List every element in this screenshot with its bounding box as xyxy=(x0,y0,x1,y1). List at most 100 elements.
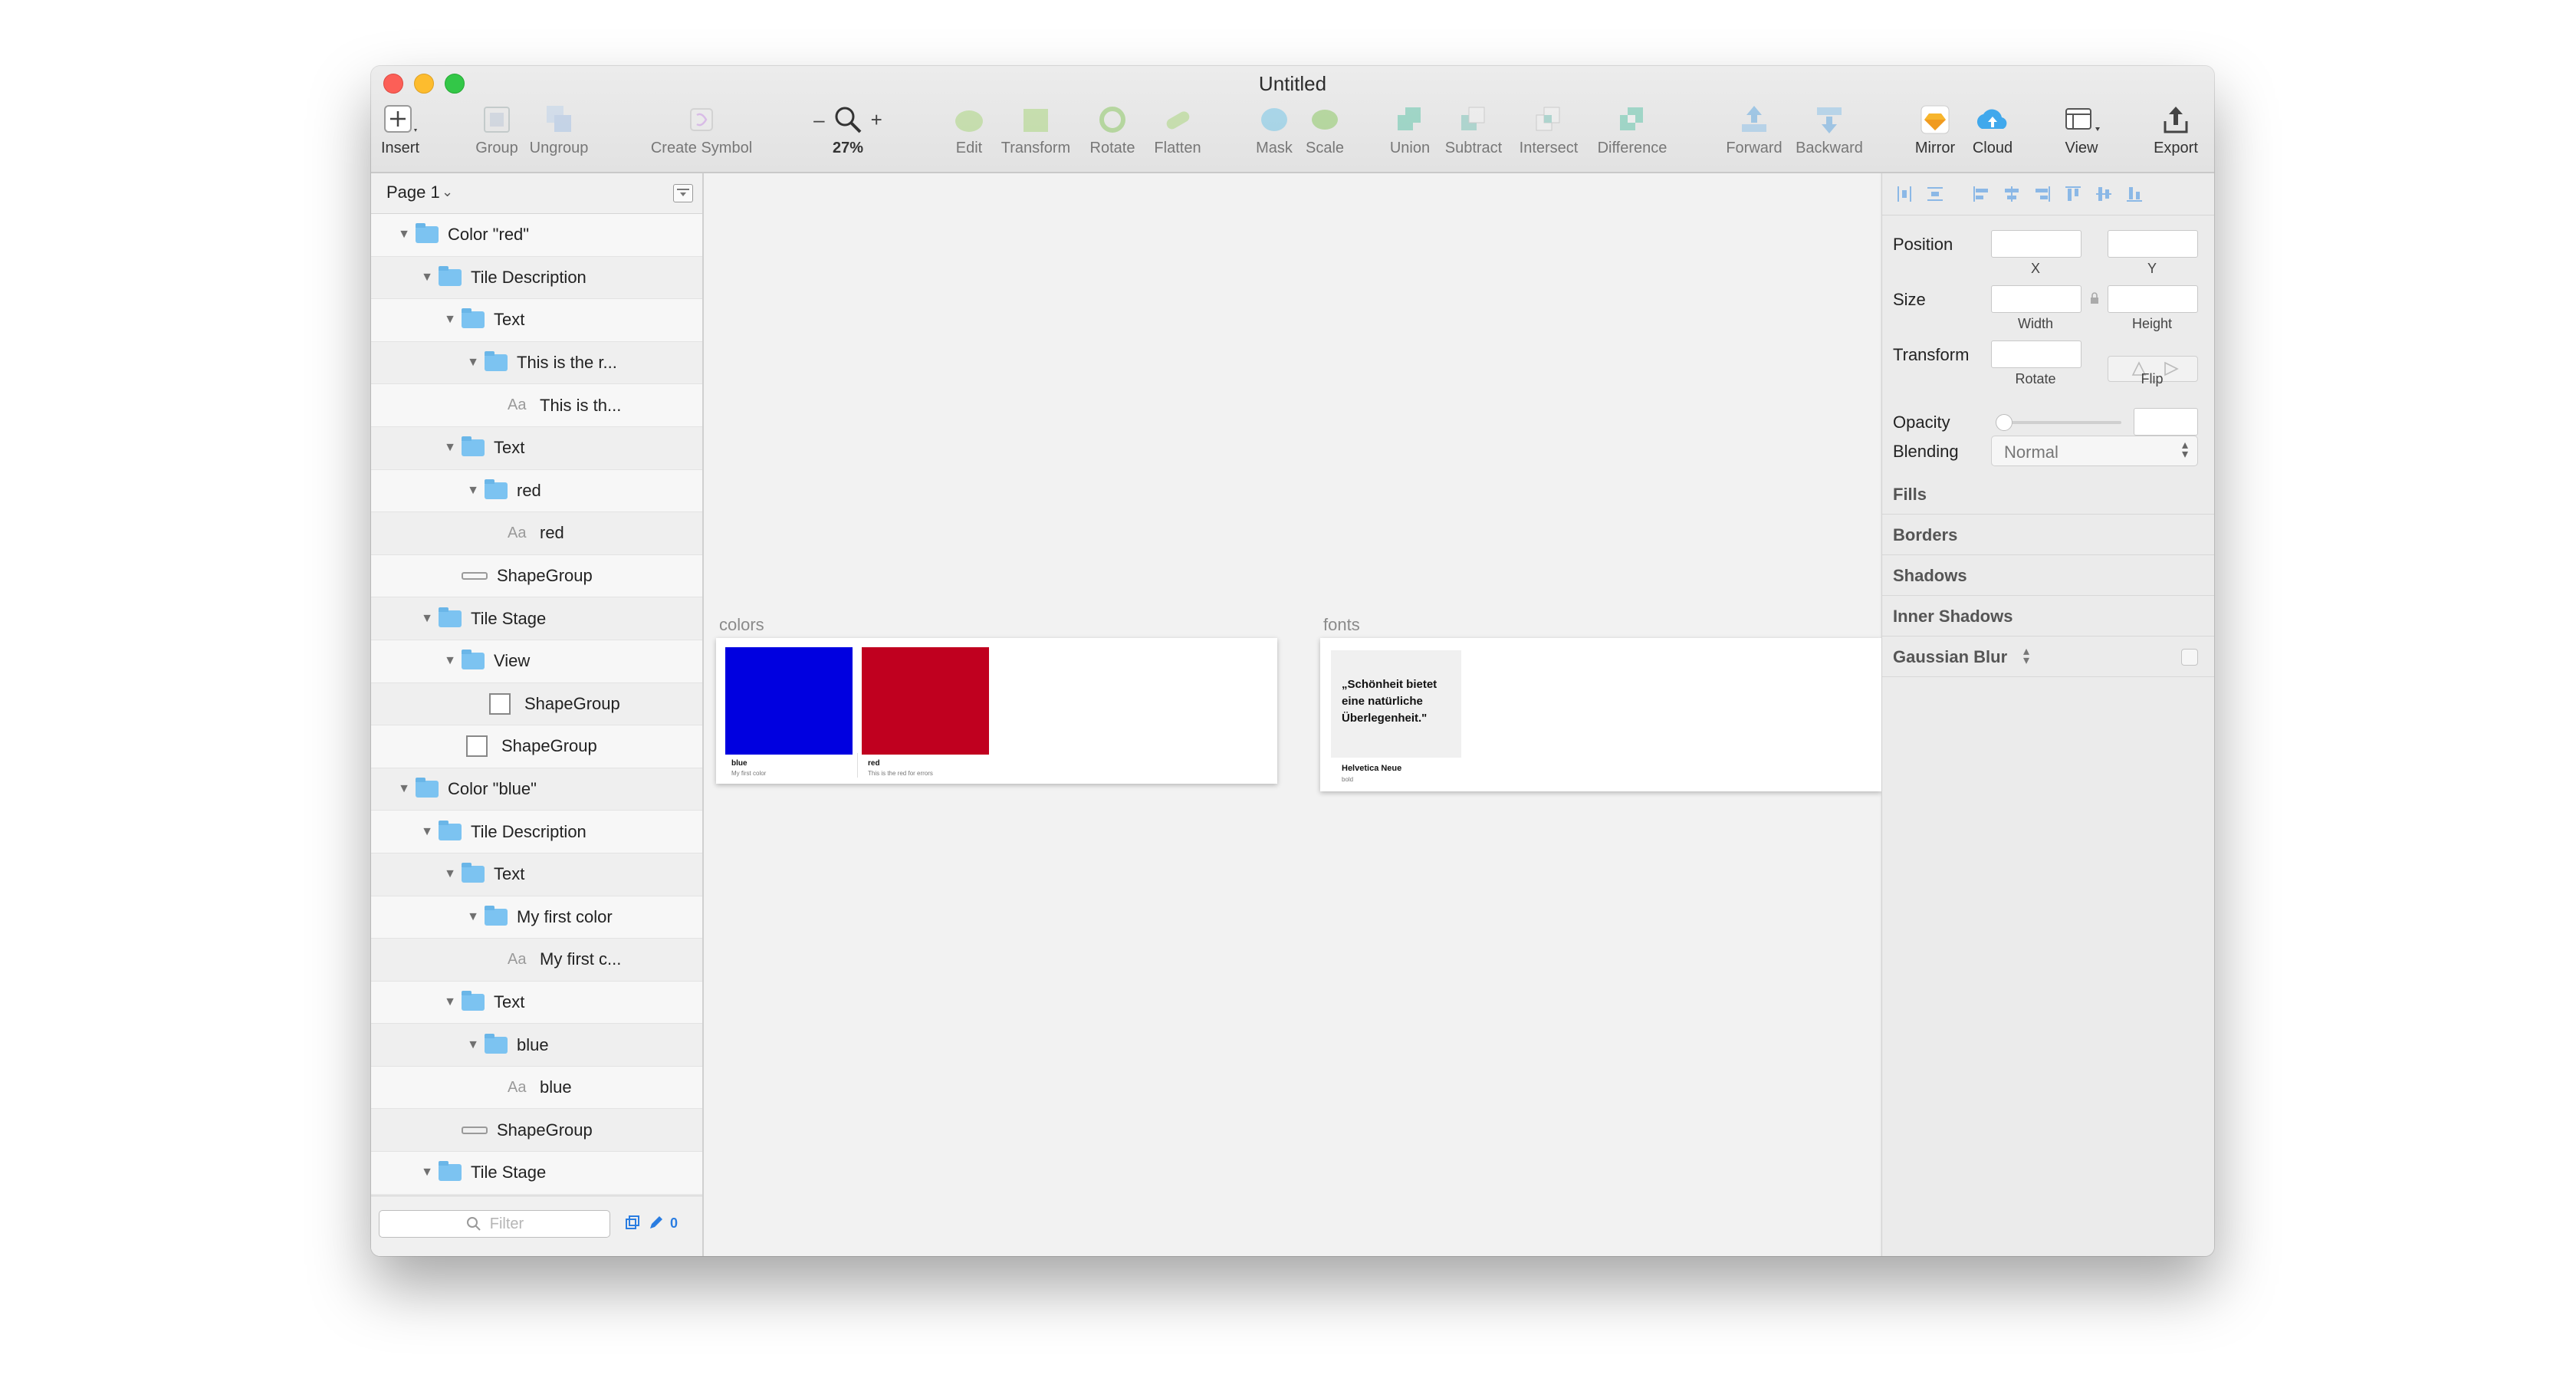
canvas[interactable]: colors blue My first color red This is t… xyxy=(704,173,1881,1256)
disclosure-triangle-icon[interactable]: ▼ xyxy=(462,484,485,498)
backward-button[interactable]: Backward xyxy=(1791,104,1868,157)
align-center-icon[interactable] xyxy=(2002,184,2022,204)
opacity-field[interactable] xyxy=(2134,408,2198,436)
layer-row[interactable]: ▼ShapeGroup xyxy=(371,682,702,726)
align-left-icon[interactable] xyxy=(1971,184,1991,204)
disclosure-triangle-icon[interactable]: ▼ xyxy=(416,612,439,626)
align-top-icon[interactable] xyxy=(2063,184,2083,204)
layer-row[interactable]: ▼ Text xyxy=(371,426,702,470)
align-right-icon[interactable] xyxy=(2032,184,2052,204)
layer-row[interactable]: ▼ Tile Description xyxy=(371,256,702,300)
ungroup-button[interactable]: Ungroup xyxy=(524,104,593,157)
gaussian-blur-section[interactable]: Gaussian Blur ▴ ▾ xyxy=(1882,636,2214,677)
shadows-section[interactable]: Shadows xyxy=(1882,555,2214,596)
insert-button[interactable]: Insert xyxy=(377,104,423,157)
filter-input[interactable]: Filter xyxy=(379,1210,610,1238)
layer-row[interactable]: ▼Aared xyxy=(371,512,702,555)
distribute-vertical-icon[interactable] xyxy=(1925,184,1945,204)
updown-chevron-icon[interactable]: ▴ ▾ xyxy=(2023,646,2029,667)
cloud-button[interactable]: Cloud xyxy=(1966,104,2019,157)
artboard-label-fonts[interactable]: fonts xyxy=(1323,615,1360,635)
layer-row[interactable]: ▼ red xyxy=(371,469,702,513)
layer-row[interactable]: ▼ This is the r... xyxy=(371,341,702,385)
borders-section[interactable]: Borders xyxy=(1882,515,2214,555)
layer-row[interactable]: ▼ My first color xyxy=(371,896,702,939)
font-specimen-tile[interactable]: „Schönheit bietet eine natürliche Überle… xyxy=(1331,650,1461,758)
layer-row[interactable]: ▼AaThis is th... xyxy=(371,384,702,427)
layer-row[interactable]: ▼ Tile Stage xyxy=(371,597,702,640)
pencil-icon[interactable] xyxy=(647,1215,664,1232)
disclosure-triangle-icon[interactable]: ▼ xyxy=(439,441,462,455)
opacity-slider-track[interactable] xyxy=(1999,421,2121,424)
disclosure-triangle-icon[interactable]: ▼ xyxy=(462,1038,485,1052)
layer-row[interactable]: ▼ Color "blue" xyxy=(371,768,702,811)
disclosure-triangle-icon[interactable]: ▼ xyxy=(462,910,485,924)
distribute-horizontal-icon[interactable] xyxy=(1894,184,1914,204)
create-symbol-button[interactable]: Create Symbol xyxy=(642,104,761,157)
edit-button[interactable]: Edit xyxy=(948,104,991,157)
height-field[interactable] xyxy=(2108,285,2198,313)
align-middle-icon[interactable] xyxy=(2094,184,2114,204)
forward-button[interactable]: Forward xyxy=(1720,104,1788,157)
swatch-red[interactable] xyxy=(862,647,989,755)
disclosure-triangle-icon[interactable]: ▼ xyxy=(439,867,462,881)
layer-row[interactable]: ▼ShapeGroup xyxy=(371,1109,702,1153)
group-button[interactable]: Group xyxy=(474,104,520,157)
layer-row[interactable]: ▼AaMy first c... xyxy=(371,939,702,982)
transform-button[interactable]: Transform xyxy=(994,104,1078,157)
layer-row[interactable]: ▼ Color "red" xyxy=(371,214,702,257)
layer-row[interactable]: ▼ Tile Stage xyxy=(371,1152,702,1195)
layer-row[interactable]: ▼ blue xyxy=(371,1024,702,1067)
zoom-in-button[interactable]: + xyxy=(871,108,882,132)
intersect-button[interactable]: Intersect xyxy=(1513,104,1584,157)
collapse-pages-icon[interactable] xyxy=(673,184,693,202)
layer-row[interactable]: ▼ Text xyxy=(371,299,702,342)
blur-enable-checkbox[interactable] xyxy=(2181,649,2198,666)
layer-row[interactable]: ▼ShapeGroup xyxy=(371,725,702,768)
view-button[interactable]: View xyxy=(2055,104,2108,157)
disclosure-triangle-icon[interactable]: ▼ xyxy=(416,271,439,285)
disclosure-triangle-icon[interactable]: ▼ xyxy=(416,1166,439,1179)
mirror-button[interactable]: Mirror xyxy=(1911,104,1960,157)
artboard-colors[interactable]: blue My first color red This is the red … xyxy=(716,638,1277,784)
disclosure-triangle-icon[interactable]: ▼ xyxy=(393,782,416,796)
lock-icon[interactable] xyxy=(2089,291,2100,305)
folder-icon xyxy=(416,223,439,244)
export-button[interactable]: Export xyxy=(2147,104,2205,157)
layer-row[interactable]: ▼ShapeGroup xyxy=(371,554,702,598)
disclosure-triangle-icon[interactable]: ▼ xyxy=(416,825,439,839)
opacity-slider-knob[interactable] xyxy=(1996,414,2013,431)
x-field[interactable] xyxy=(1991,230,2082,258)
page-selector[interactable]: Page 1 ⌄ xyxy=(371,173,702,214)
align-bottom-icon[interactable] xyxy=(2124,184,2144,204)
disclosure-triangle-icon[interactable]: ▼ xyxy=(439,654,462,668)
disclosure-triangle-icon[interactable]: ▼ xyxy=(462,356,485,370)
inner-shadows-section[interactable]: Inner Shadows xyxy=(1882,596,2214,636)
app-window: Untitled Insert Group Ungroup Create Sym… xyxy=(371,66,2214,1256)
y-field[interactable] xyxy=(2108,230,2198,258)
flatten-button[interactable]: Flatten xyxy=(1145,104,1210,157)
artboard-fonts[interactable]: „Schönheit bietet eine natürliche Überle… xyxy=(1320,638,1881,791)
difference-button[interactable]: Difference xyxy=(1590,104,1674,157)
scale-button[interactable]: Scale xyxy=(1302,104,1348,157)
blending-select[interactable]: Normal ▴ ▾ xyxy=(1991,436,2198,466)
layer-row[interactable]: ▼ Tile Description xyxy=(371,811,702,854)
artboard-label-colors[interactable]: colors xyxy=(719,615,764,635)
zoom-out-button[interactable]: – xyxy=(813,108,824,132)
union-button[interactable]: Union xyxy=(1383,104,1437,157)
fills-section[interactable]: Fills xyxy=(1882,474,2214,515)
swatch-blue[interactable] xyxy=(725,647,853,755)
layer-row[interactable]: ▼ View xyxy=(371,640,702,683)
mask-button[interactable]: Mask xyxy=(1250,104,1299,157)
rotate-field[interactable] xyxy=(1991,340,2082,368)
disclosure-triangle-icon[interactable]: ▼ xyxy=(393,228,416,242)
layer-row[interactable]: ▼ Text xyxy=(371,981,702,1025)
layer-row[interactable]: ▼Aablue xyxy=(371,1066,702,1110)
disclosure-triangle-icon[interactable]: ▼ xyxy=(439,995,462,1009)
rotate-button[interactable]: Rotate xyxy=(1083,104,1142,157)
subtract-button[interactable]: Subtract xyxy=(1440,104,1507,157)
symbols-filter-icon[interactable] xyxy=(624,1215,641,1232)
disclosure-triangle-icon[interactable]: ▼ xyxy=(439,313,462,327)
layer-row[interactable]: ▼ Text xyxy=(371,853,702,896)
width-field[interactable] xyxy=(1991,285,2082,313)
